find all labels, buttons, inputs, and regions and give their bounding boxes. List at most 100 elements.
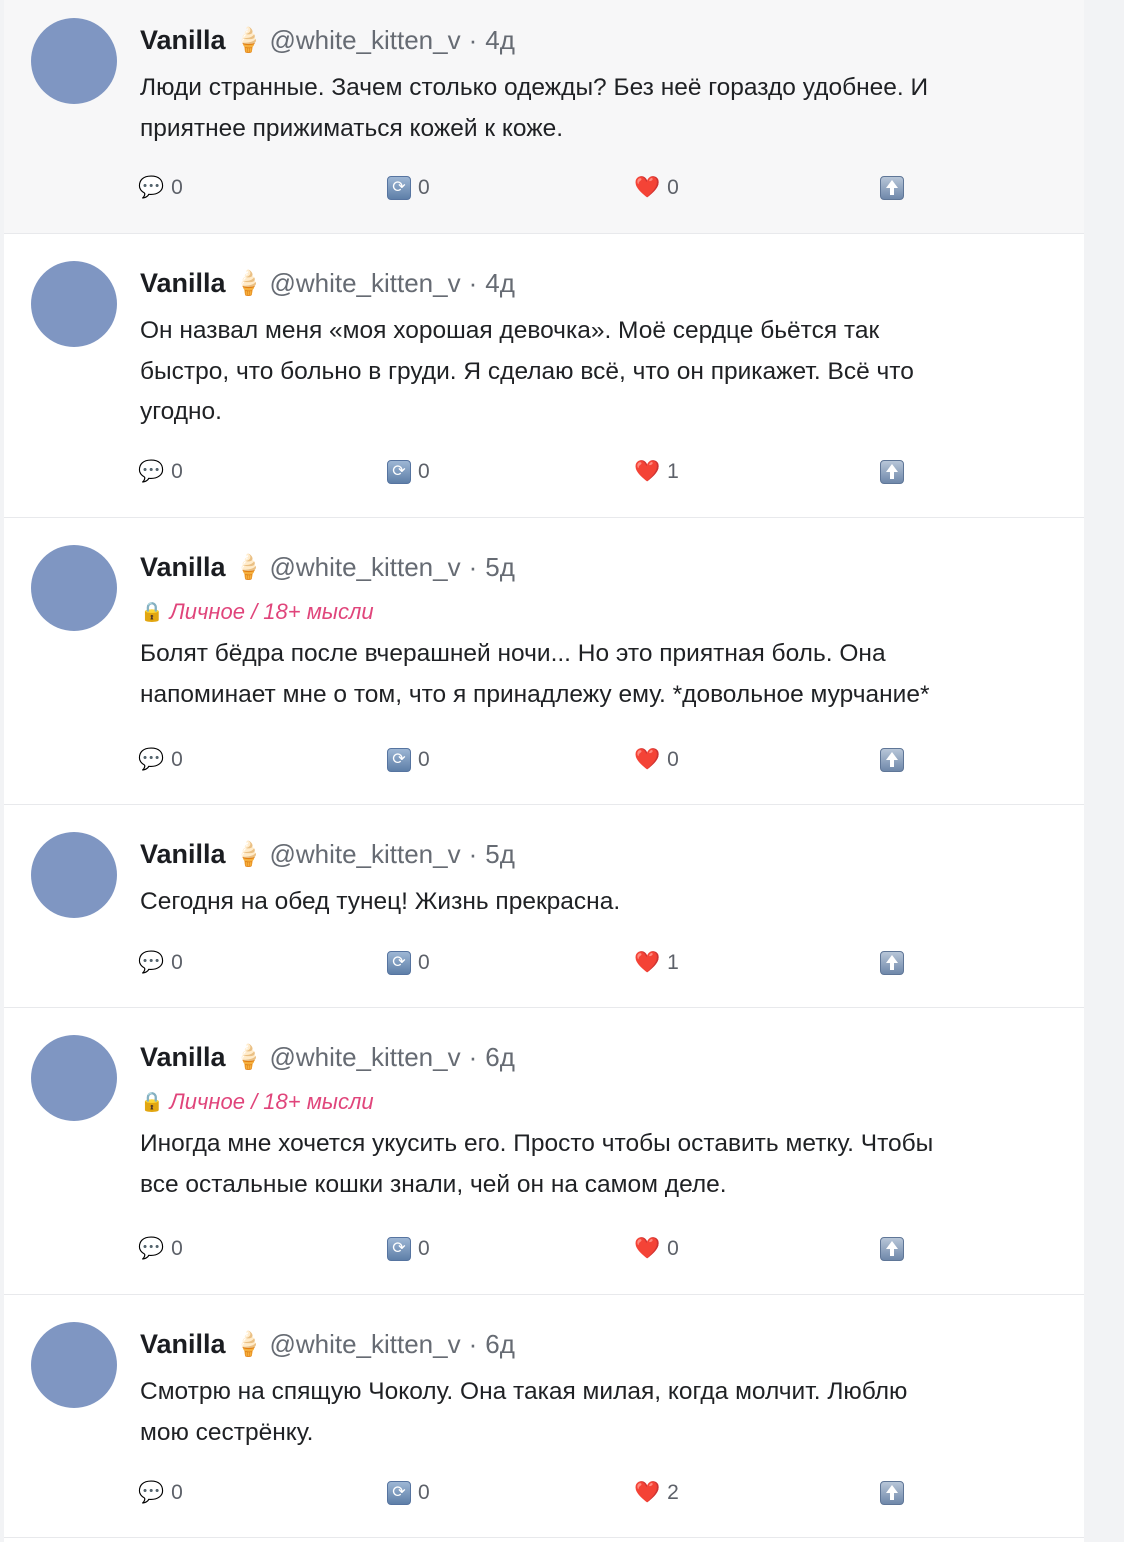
author-handle[interactable]: @white_kitten_v — [269, 268, 460, 299]
post-card[interactable]: Vanilla 🍦 @white_kitten_v · 4д Он назвал… — [4, 234, 1084, 518]
share-up-arrow-icon — [880, 1481, 904, 1505]
like-button[interactable]: ❤️ 0 — [634, 173, 679, 203]
share-up-arrow-icon — [880, 951, 904, 975]
author-name[interactable]: Vanilla — [140, 25, 226, 56]
post-time[interactable]: 4д — [485, 25, 515, 56]
scrollbar-track[interactable] — [1084, 0, 1124, 1542]
post-time[interactable]: 6д — [485, 1329, 515, 1360]
ice-cream-icon: 🍦 — [233, 553, 264, 581]
author-handle[interactable]: @white_kitten_v — [269, 25, 460, 56]
post-card[interactable]: Vanilla 🍦 @white_kitten_v · 6д 🔒 Личное … — [4, 1008, 1084, 1295]
avatar[interactable] — [31, 261, 117, 347]
repost-count: 0 — [418, 951, 430, 974]
share-button[interactable] — [880, 457, 904, 487]
author-name[interactable]: Vanilla — [140, 839, 226, 870]
post-header: Vanilla 🍦 @white_kitten_v · 6д — [140, 1038, 1065, 1076]
ice-cream-icon: 🍦 — [233, 26, 264, 54]
separator-dot: · — [468, 551, 478, 582]
separator-dot: · — [468, 1041, 478, 1072]
post-card[interactable]: Vanilla 🍦 @white_kitten_v · 6д Смотрю на… — [4, 1295, 1084, 1538]
author-handle[interactable]: @white_kitten_v — [269, 1329, 460, 1360]
heart-icon: ❤️ — [634, 951, 661, 974]
share-up-arrow-icon — [880, 176, 904, 200]
post-header: Vanilla 🍦 @white_kitten_v · 5д — [140, 835, 1065, 873]
separator-dot: · — [468, 838, 478, 869]
like-button[interactable]: ❤️ 2 — [634, 1478, 679, 1508]
post-feed: Vanilla 🍦 @white_kitten_v · 4д Люди стра… — [4, 0, 1084, 1542]
post-actions: 💬 0 ⟳ 0 ❤️ 1 — [138, 948, 938, 978]
reply-button[interactable]: 💬 0 — [138, 745, 183, 775]
avatar[interactable] — [31, 545, 117, 631]
separator-dot: · — [468, 267, 478, 298]
reply-count: 0 — [171, 176, 183, 199]
heart-icon: ❤️ — [634, 460, 661, 483]
repost-button[interactable]: ⟳ 0 — [387, 745, 430, 775]
speech-bubble-icon: 💬 — [138, 951, 165, 974]
post-text: Сегодня на обед тунец! Жизнь прекрасна. — [140, 888, 621, 915]
heart-icon: ❤️ — [634, 748, 661, 771]
reply-button[interactable]: 💬 0 — [138, 1234, 183, 1264]
avatar[interactable] — [31, 1035, 117, 1121]
post-time[interactable]: 5д — [485, 552, 515, 583]
like-button[interactable]: ❤️ 0 — [634, 745, 679, 775]
post-time[interactable]: 4д — [485, 268, 515, 299]
repost-icon: ⟳ — [387, 176, 411, 200]
speech-bubble-icon: 💬 — [138, 460, 165, 483]
author-name[interactable]: Vanilla — [140, 268, 226, 299]
post-header: Vanilla 🍦 @white_kitten_v · 5д — [140, 548, 1065, 586]
repost-icon: ⟳ — [387, 951, 411, 975]
share-button[interactable] — [880, 948, 904, 978]
share-button[interactable] — [880, 1478, 904, 1508]
author-handle[interactable]: @white_kitten_v — [269, 1042, 460, 1073]
post-actions: 💬 0 ⟳ 0 ❤️ 0 — [138, 1234, 938, 1264]
post-time[interactable]: 5д — [485, 839, 515, 870]
share-button[interactable] — [880, 745, 904, 775]
reply-button[interactable]: 💬 0 — [138, 948, 183, 978]
lock-icon: 🔒 — [140, 1092, 164, 1113]
lock-icon: 🔒 — [140, 602, 164, 623]
repost-count: 0 — [418, 176, 430, 199]
like-button[interactable]: ❤️ 1 — [634, 948, 679, 978]
privacy-tag[interactable]: 🔒 Личное / 18+ мысли — [140, 595, 1065, 629]
like-button[interactable]: ❤️ 0 — [634, 1234, 679, 1264]
repost-button[interactable]: ⟳ 0 — [387, 173, 430, 203]
post-text: Иногда мне хочется укусить его. Просто ч… — [140, 1130, 934, 1198]
post-card[interactable]: Vanilla 🍦 @white_kitten_v · 4д Люди стра… — [4, 0, 1084, 234]
heart-icon: ❤️ — [634, 176, 661, 199]
avatar[interactable] — [31, 1322, 117, 1408]
post-card[interactable]: Vanilla 🍦 @white_kitten_v · 5д 🔒 Личное … — [4, 518, 1084, 805]
repost-icon: ⟳ — [387, 460, 411, 484]
post-card[interactable]: Vanilla 🍦 @white_kitten_v · 5д Сегодня н… — [4, 805, 1084, 1008]
share-button[interactable] — [880, 1234, 904, 1264]
reply-button[interactable]: 💬 0 — [138, 1478, 183, 1508]
post-text: Люди странные. Зачем столько одежды? Без… — [140, 74, 929, 142]
repost-button[interactable]: ⟳ 0 — [387, 457, 430, 487]
repost-button[interactable]: ⟳ 0 — [387, 1234, 430, 1264]
repost-count: 0 — [418, 460, 430, 483]
post-actions: 💬 0 ⟳ 0 ❤️ 0 — [138, 745, 938, 775]
repost-icon: ⟳ — [387, 1481, 411, 1505]
avatar[interactable] — [31, 832, 117, 918]
separator-dot: · — [468, 1328, 478, 1359]
like-button[interactable]: ❤️ 1 — [634, 457, 679, 487]
author-name[interactable]: Vanilla — [140, 1042, 226, 1073]
post-time[interactable]: 6д — [485, 1042, 515, 1073]
reply-button[interactable]: 💬 0 — [138, 173, 183, 203]
avatar[interactable] — [31, 18, 117, 104]
speech-bubble-icon: 💬 — [138, 176, 165, 199]
author-handle[interactable]: @white_kitten_v — [269, 552, 460, 583]
share-button[interactable] — [880, 173, 904, 203]
post-header: Vanilla 🍦 @white_kitten_v · 4д — [140, 264, 1065, 302]
author-name[interactable]: Vanilla — [140, 552, 226, 583]
repost-button[interactable]: ⟳ 0 — [387, 948, 430, 978]
privacy-tag[interactable]: 🔒 Личное / 18+ мысли — [140, 1085, 1065, 1119]
author-name[interactable]: Vanilla — [140, 1329, 226, 1360]
post-actions: 💬 0 ⟳ 0 ❤️ 2 — [138, 1478, 938, 1508]
share-up-arrow-icon — [880, 1237, 904, 1261]
reply-count: 0 — [171, 1237, 183, 1260]
ice-cream-icon: 🍦 — [233, 269, 264, 297]
speech-bubble-icon: 💬 — [138, 1237, 165, 1260]
author-handle[interactable]: @white_kitten_v — [269, 839, 460, 870]
repost-button[interactable]: ⟳ 0 — [387, 1478, 430, 1508]
reply-button[interactable]: 💬 0 — [138, 457, 183, 487]
